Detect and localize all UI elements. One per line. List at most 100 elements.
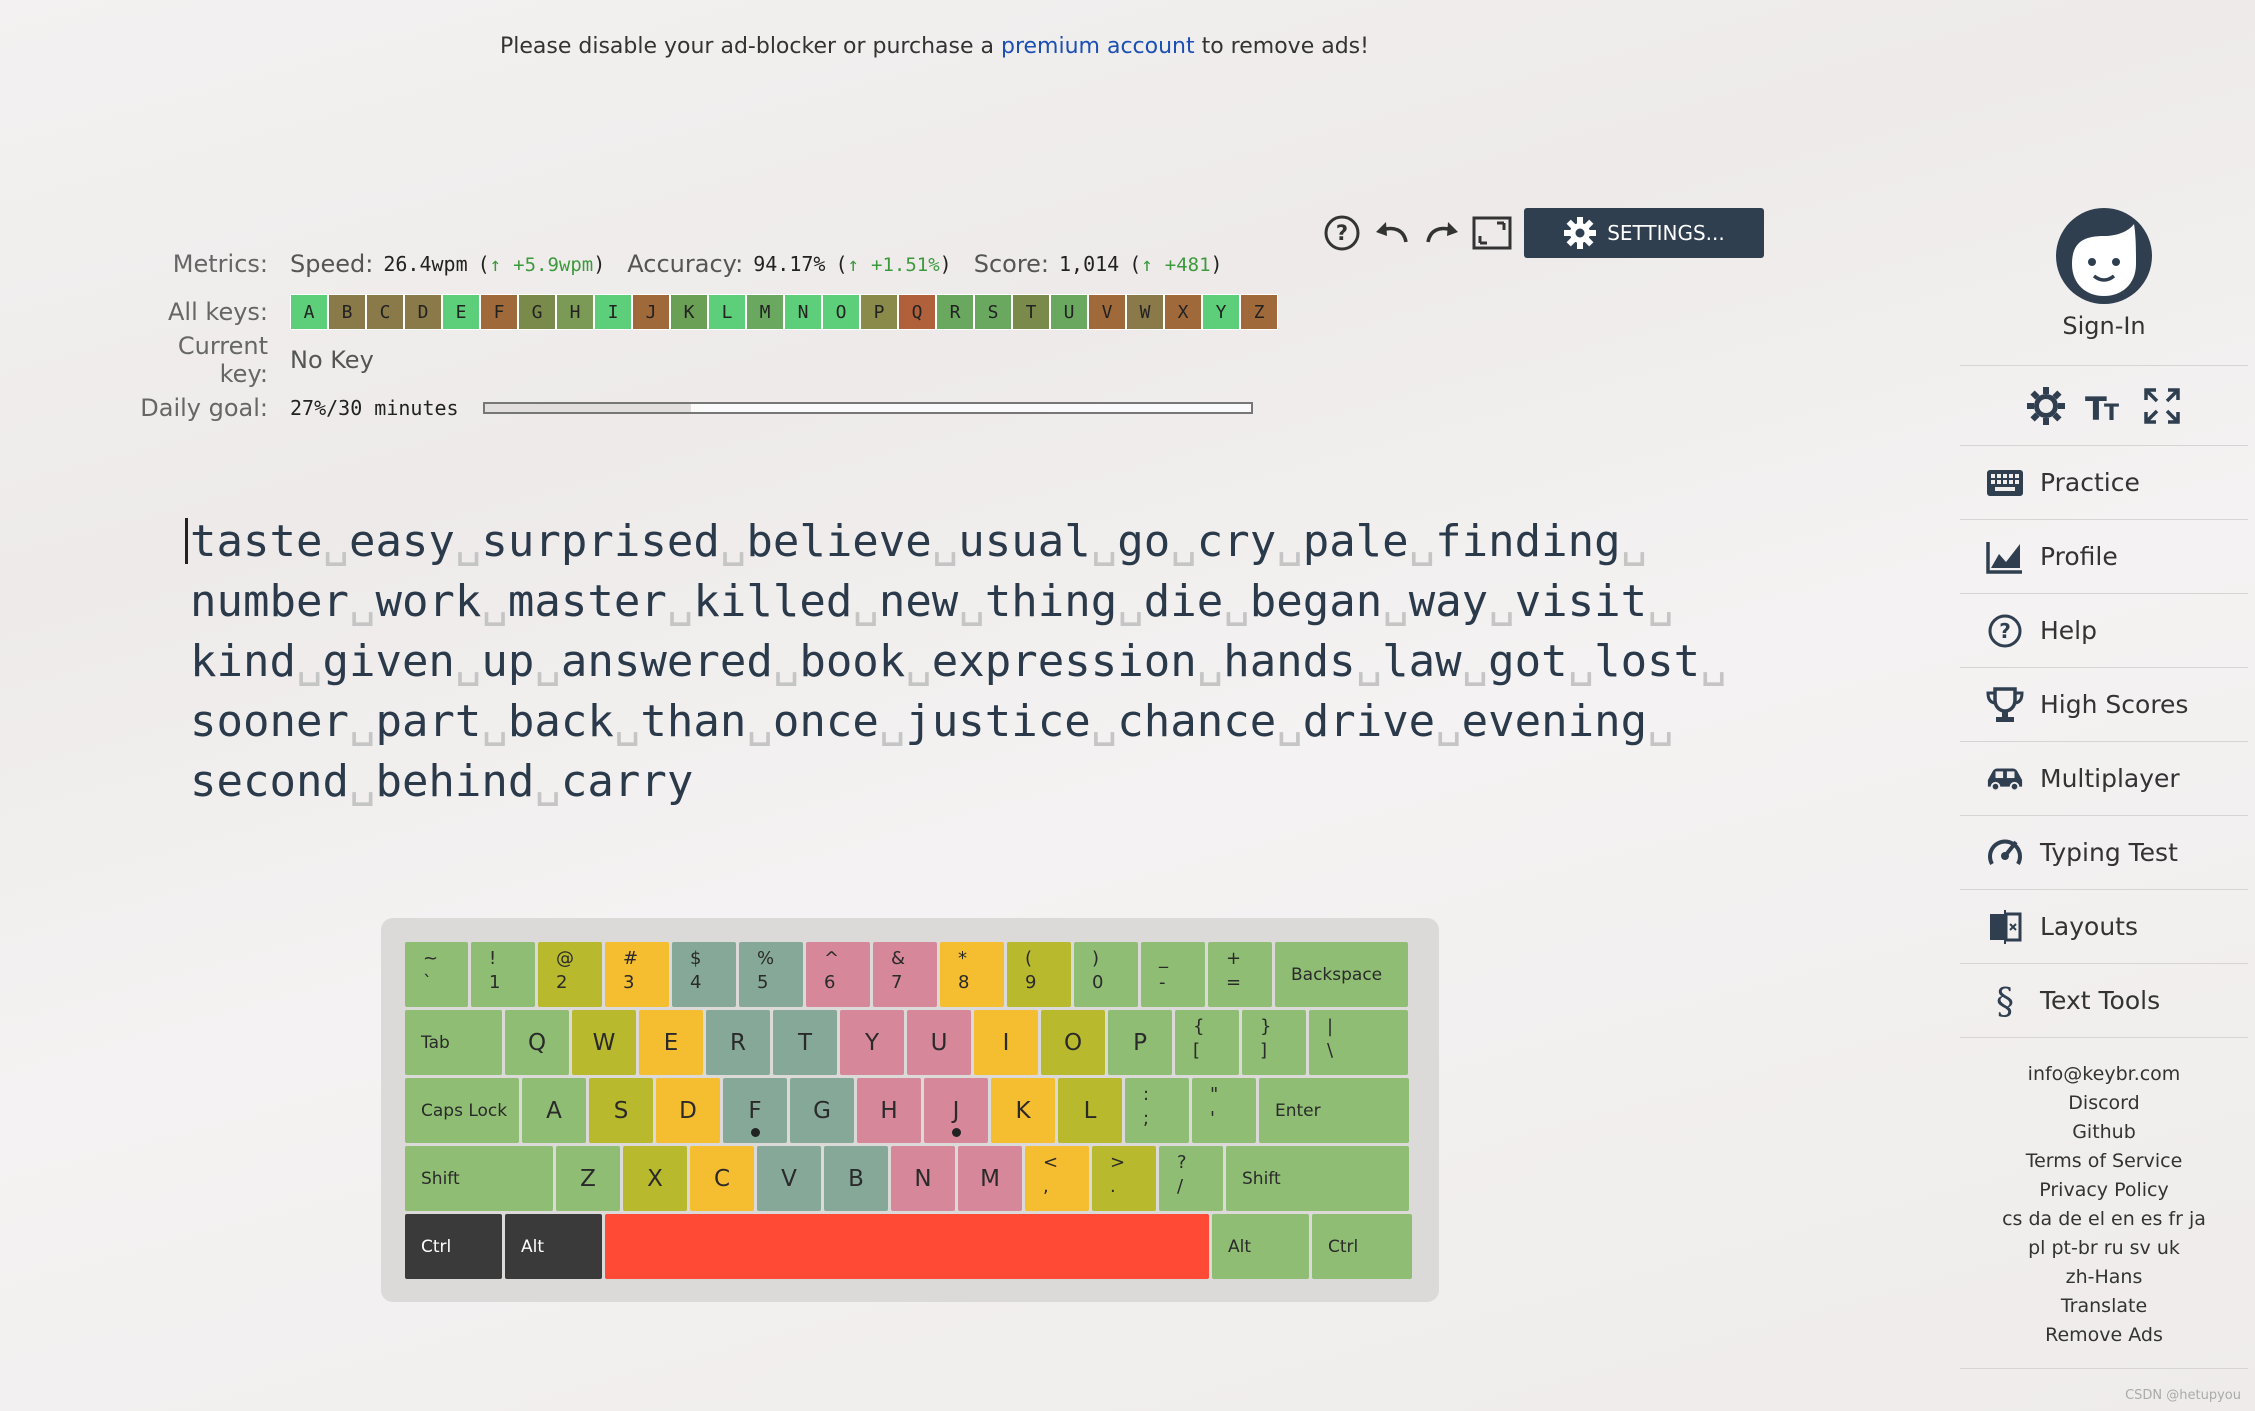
key-stat-t[interactable]: T — [1012, 294, 1050, 330]
key-stat-g[interactable]: G — [518, 294, 556, 330]
fullscreen-expand-icon[interactable] — [2142, 386, 2182, 426]
key-shift-label: ~ — [423, 948, 439, 969]
key-stat-c[interactable]: C — [366, 294, 404, 330]
key-stat-v[interactable]: V — [1088, 294, 1126, 330]
key-stat-r[interactable]: R — [936, 294, 974, 330]
question-icon: ? — [1986, 612, 2024, 650]
key-symbol: :; — [1125, 1078, 1189, 1143]
key-stat-x[interactable]: X — [1164, 294, 1202, 330]
sidebar-item-help[interactable]: ? Help — [1960, 594, 2248, 668]
sidebar-item-practice[interactable]: Practice — [1960, 446, 2248, 520]
key-stat-y[interactable]: Y — [1202, 294, 1240, 330]
typing-word: new — [878, 576, 959, 627]
key-stat-l[interactable]: L — [708, 294, 746, 330]
fullscreen-icon — [1472, 216, 1512, 250]
key-stat-w[interactable]: W — [1126, 294, 1164, 330]
key-stat-b[interactable]: B — [328, 294, 366, 330]
footer-link[interactable]: zh-Hans — [1960, 1263, 2248, 1292]
typing-word: go — [1117, 516, 1171, 567]
key-stat-s[interactable]: S — [974, 294, 1012, 330]
space-marker: ␣ — [1276, 516, 1303, 567]
redo-button[interactable] — [1420, 211, 1464, 255]
space-marker: ␣ — [746, 696, 773, 747]
sign-in-label: Sign-In — [2062, 312, 2146, 340]
sidebar-item-label: Layouts — [2040, 912, 2139, 941]
current-key-row: Current key: No Key — [130, 332, 1278, 388]
typing-word: hands — [1223, 636, 1356, 687]
typing-word: answered — [560, 636, 773, 687]
key-symbol: {[ — [1175, 1010, 1239, 1075]
typing-line: second␣behind␣carry — [190, 752, 1610, 812]
sign-in-button[interactable]: Sign-In — [1960, 206, 2248, 366]
key-stat-i[interactable]: I — [594, 294, 632, 330]
font-size-icon[interactable]: TT — [2084, 386, 2124, 426]
footer-link[interactable]: info@keybr.com — [1960, 1060, 2248, 1089]
typing-word: die — [1143, 576, 1224, 627]
space-marker: ␣ — [348, 756, 376, 807]
key-symbol: ? / — [1159, 1146, 1223, 1211]
key-stat-o[interactable]: O — [822, 294, 860, 330]
premium-account-link[interactable]: premium account — [1001, 34, 1195, 59]
key-shift-label: _ — [1159, 948, 1168, 969]
key-stat-d[interactable]: D — [404, 294, 442, 330]
svg-text:?: ? — [1999, 619, 2011, 643]
help-button[interactable]: ? — [1320, 211, 1364, 255]
all-keys-row: All keys: ABCDEFGHIJKLMNOPQRSTUVWXYZ — [130, 288, 1278, 336]
key-shift-label: " — [1210, 1084, 1219, 1105]
footer-link[interactable]: Privacy Policy — [1960, 1176, 2248, 1205]
key-stat-h[interactable]: H — [556, 294, 594, 330]
key-label: Alt — [521, 1236, 545, 1257]
key-stat-f[interactable]: F — [480, 294, 518, 330]
theme-icon[interactable] — [2026, 386, 2066, 426]
footer-link[interactable]: Github — [1960, 1118, 2248, 1147]
key-stat-q[interactable]: Q — [898, 294, 936, 330]
key-label: Alt — [1228, 1236, 1252, 1257]
settings-button[interactable]: SETTINGS... — [1524, 208, 1764, 258]
key-label: B — [848, 1165, 864, 1192]
sidebar-item-layouts[interactable]: Layouts — [1960, 890, 2248, 964]
accuracy-value: 94.17% — [753, 252, 826, 276]
key-l: L — [1058, 1078, 1122, 1143]
footer-link[interactable]: pl pt-br ru sv uk — [1960, 1234, 2248, 1263]
sidebar-item-typing-test[interactable]: Typing Test — [1960, 816, 2248, 890]
key-stat-k[interactable]: K — [670, 294, 708, 330]
key-label: H — [880, 1097, 898, 1124]
footer-link[interactable]: Translate — [1960, 1292, 2248, 1321]
key-stat-j[interactable]: J — [632, 294, 670, 330]
key-symbol: + = — [1208, 942, 1272, 1007]
key-stat-p[interactable]: P — [860, 294, 898, 330]
footer-link[interactable]: Remove Ads — [1960, 1321, 2248, 1350]
sidebar-item-profile[interactable]: Profile — [1960, 520, 2248, 594]
typing-text-area[interactable]: taste␣easy␣surprised␣believe␣usual␣go␣cr… — [185, 512, 1727, 812]
keyboard-row: Shift Z X C V B N M <, >.? / Shift — [405, 1146, 1415, 1211]
space-marker: ␣ — [1276, 696, 1303, 747]
key-base-label: 0 — [1092, 972, 1104, 993]
key-stat-m[interactable]: M — [746, 294, 784, 330]
key-stat-n[interactable]: N — [784, 294, 822, 330]
sidebar-item-multiplayer[interactable]: Multiplayer — [1960, 742, 2248, 816]
keyboard-row: ~ `! 1 @2 #3 $4% 5 ^ 6 & 7 * 8(9) 0 _ - + = Backspace — [405, 942, 1415, 1007]
key-base-label: ; — [1143, 1108, 1150, 1129]
footer-link[interactable]: Terms of Service — [1960, 1147, 2248, 1176]
key-stat-u[interactable]: U — [1050, 294, 1088, 330]
settings-label: SETTINGS... — [1607, 221, 1725, 245]
footer-link[interactable]: cs da de el en es fr ja — [1960, 1205, 2248, 1234]
zoom-button[interactable] — [1470, 211, 1514, 255]
key-stat-e[interactable]: E — [442, 294, 480, 330]
footer-link[interactable]: Discord — [1960, 1089, 2248, 1118]
key-base-label: 7 — [891, 972, 903, 993]
key-stat-a[interactable]: A — [290, 294, 328, 330]
key-base-label: 9 — [1025, 972, 1037, 993]
key-label: K — [1015, 1097, 1031, 1124]
undo-button[interactable] — [1370, 211, 1414, 255]
key-backspace: Backspace — [1275, 942, 1408, 1007]
key-label: Enter — [1275, 1100, 1321, 1121]
key-z: Z — [556, 1146, 620, 1211]
key-base-label: 6 — [824, 972, 836, 993]
key-shift-label: # — [623, 948, 639, 969]
key-space — [605, 1214, 1209, 1279]
undo-icon — [1376, 222, 1408, 243]
sidebar-item-text-tools[interactable]: § Text Tools — [1960, 964, 2248, 1038]
key-stat-z[interactable]: Z — [1240, 294, 1278, 330]
sidebar-item-high-scores[interactable]: High Scores — [1960, 668, 2248, 742]
